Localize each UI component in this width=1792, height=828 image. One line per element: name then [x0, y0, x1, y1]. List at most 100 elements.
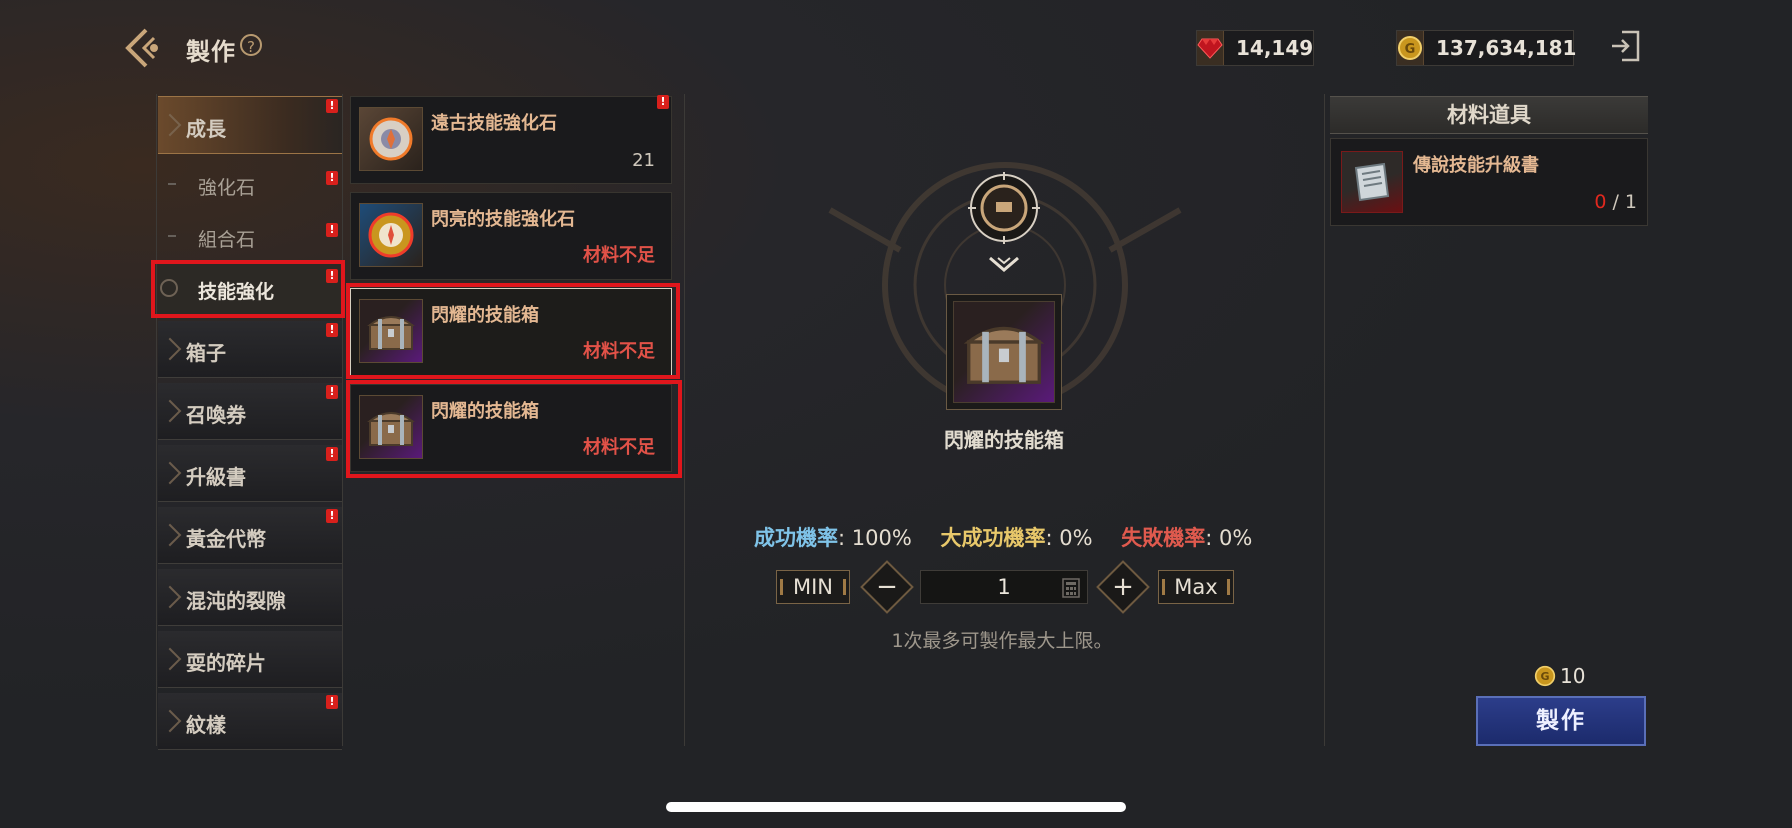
recipe-item[interactable]: 遠古技能強化石 21 !	[350, 95, 672, 184]
exit-icon[interactable]	[1608, 28, 1642, 64]
sidebar-item-label: 升級書	[186, 465, 246, 489]
dash-icon	[168, 183, 176, 185]
calculator-icon[interactable]	[1062, 578, 1080, 598]
alert-badge: !	[326, 695, 338, 709]
alert-badge: !	[326, 269, 338, 283]
craft-rates: 成功機率: 100% 大成功機率: 0% 失敗機率: 0%	[754, 522, 1252, 552]
minus-button[interactable]: −	[860, 560, 914, 614]
alert-badge: !	[326, 385, 338, 399]
success-rate-label: 成功機率	[754, 526, 838, 550]
sidebar-item-growth[interactable]: 成長 !	[158, 96, 342, 154]
chevron-icon	[158, 113, 182, 137]
craft-button[interactable]: 製作	[1476, 696, 1646, 746]
sidebar-item-summon-ticket[interactable]: 召喚券 !	[158, 383, 342, 440]
recipe-name: 閃耀的技能箱	[431, 305, 539, 326]
chest-icon	[359, 395, 423, 459]
craft-preview-slot	[946, 294, 1062, 410]
divider	[156, 94, 157, 746]
recipe-item[interactable]: 閃耀的技能箱 材料不足	[350, 384, 672, 472]
minus-icon: −	[876, 572, 898, 602]
craft-cost: G 10	[1534, 664, 1585, 688]
craft-emblem-icon	[968, 172, 1040, 244]
recipe-count: 21	[632, 150, 655, 171]
fail-rate-label: 失敗機率	[1121, 526, 1206, 550]
sidebar-item-pattern[interactable]: 紋樣 !	[158, 693, 342, 750]
chevron-icon	[158, 647, 182, 671]
gold-currency: G 137,634,181	[1396, 30, 1577, 66]
recipe-name: 閃耀的技能箱	[431, 401, 539, 422]
sidebar-subitem-combine-stone[interactable]: 組合石 !	[158, 211, 342, 263]
page-title: 製作	[186, 38, 236, 66]
chevron-icon	[158, 523, 182, 547]
back-arrow-icon[interactable]	[124, 26, 168, 70]
sidebar-item-chest[interactable]: 箱子 !	[158, 321, 342, 378]
sidebar-subitem-skill-enhance[interactable]: 技能強化 !	[158, 263, 342, 315]
gold-value: 137,634,181	[1436, 36, 1577, 60]
svg-text:G: G	[1405, 42, 1416, 57]
sidebar-item-label: 黃金代幣	[186, 527, 266, 551]
max-button[interactable]: Max	[1158, 570, 1234, 604]
gem-currency: 14,149	[1196, 30, 1314, 66]
category-sidebar: 成長 ! 強化石 ! 組合石 ! 技能強化 ! 箱子 ! 召喚券 ! 升級書 !…	[158, 96, 342, 755]
material-name: 傳說技能升級書	[1413, 155, 1539, 176]
alert-badge: !	[326, 323, 338, 337]
chest-icon	[359, 299, 423, 363]
divider	[1324, 94, 1325, 746]
chevron-icon	[158, 461, 182, 485]
sidebar-item-chaos-rift[interactable]: 混沌的裂隙	[158, 569, 342, 626]
divider	[342, 94, 343, 746]
gold-coin-icon: G	[1534, 665, 1556, 687]
recipe-item[interactable]: 閃亮的技能強化石 材料不足	[350, 192, 672, 280]
chevron-icon	[158, 337, 182, 361]
material-have: 0	[1594, 191, 1607, 213]
enhance-stone-icon	[359, 107, 423, 171]
sidebar-item-label: 耍的碎片	[186, 651, 266, 675]
quantity-hint: 1次最多可製作最大上限。	[891, 630, 1113, 652]
chevron-icon	[158, 709, 182, 733]
sidebar-item-label: 組合石	[198, 229, 256, 251]
sidebar-item-label: 技能強化	[198, 281, 275, 303]
alert-badge: !	[326, 99, 338, 113]
recipe-name: 遠古技能強化石	[431, 113, 557, 134]
craft-item-name: 閃耀的技能箱	[944, 428, 1064, 452]
plus-button[interactable]: +	[1096, 560, 1150, 614]
materials-panel: 材料道具 傳說技能升級書 0 / 1	[1330, 96, 1648, 226]
recipe-status: 材料不足	[583, 245, 655, 266]
alert-badge: !	[657, 95, 669, 109]
help-icon[interactable]: ?	[240, 34, 262, 56]
great-success-rate-label: 大成功機率	[940, 526, 1046, 550]
material-quantity: 0 / 1	[1594, 191, 1637, 213]
sidebar-item-label: 混沌的裂隙	[186, 589, 286, 613]
sidebar-item-upgrade-book[interactable]: 升級書 !	[158, 445, 342, 502]
gold-coin-icon: G	[1397, 31, 1424, 65]
material-need: / 1	[1606, 191, 1637, 213]
alert-badge: !	[326, 223, 338, 237]
plus-icon: +	[1112, 572, 1134, 602]
recipe-item-selected[interactable]: 閃耀的技能箱 材料不足	[350, 288, 672, 376]
sidebar-item-label: 箱子	[186, 341, 226, 365]
alert-badge: !	[326, 171, 338, 185]
divider	[684, 94, 685, 746]
sidebar-subitem-enhance-stone[interactable]: 強化石 !	[158, 159, 342, 211]
chest-icon	[953, 301, 1055, 403]
chevron-down-icon	[989, 256, 1019, 272]
home-indicator[interactable]	[666, 802, 1126, 812]
sidebar-item-label: 強化石	[198, 177, 256, 199]
sidebar-item-label: 召喚券	[186, 403, 246, 427]
recipe-status: 材料不足	[583, 437, 655, 458]
min-button[interactable]: MIN	[776, 570, 850, 604]
fail-rate-value: : 0%	[1205, 526, 1253, 550]
sidebar-item-label: 紋樣	[186, 713, 226, 737]
sidebar-item-fragments[interactable]: 耍的碎片	[158, 631, 342, 688]
chevron-icon	[158, 399, 182, 423]
ruby-icon	[1197, 31, 1224, 65]
material-item[interactable]: 傳說技能升級書 0 / 1	[1330, 138, 1648, 226]
shiny-stone-icon	[359, 203, 423, 267]
crafting-screen: 製作 ? 14,149 G 137,634,181 成長 ! 強化石 ! 組合石…	[0, 0, 1792, 828]
materials-header: 材料道具	[1330, 96, 1648, 134]
recipe-list: 遠古技能強化石 21 ! 閃亮的技能強化石 材料不足 閃耀的技能箱 材料不足 閃…	[350, 95, 672, 480]
selected-dot-icon	[160, 279, 178, 297]
sidebar-item-gold-token[interactable]: 黃金代幣 !	[158, 507, 342, 564]
recipe-status: 材料不足	[583, 341, 655, 362]
dash-icon	[168, 235, 176, 237]
